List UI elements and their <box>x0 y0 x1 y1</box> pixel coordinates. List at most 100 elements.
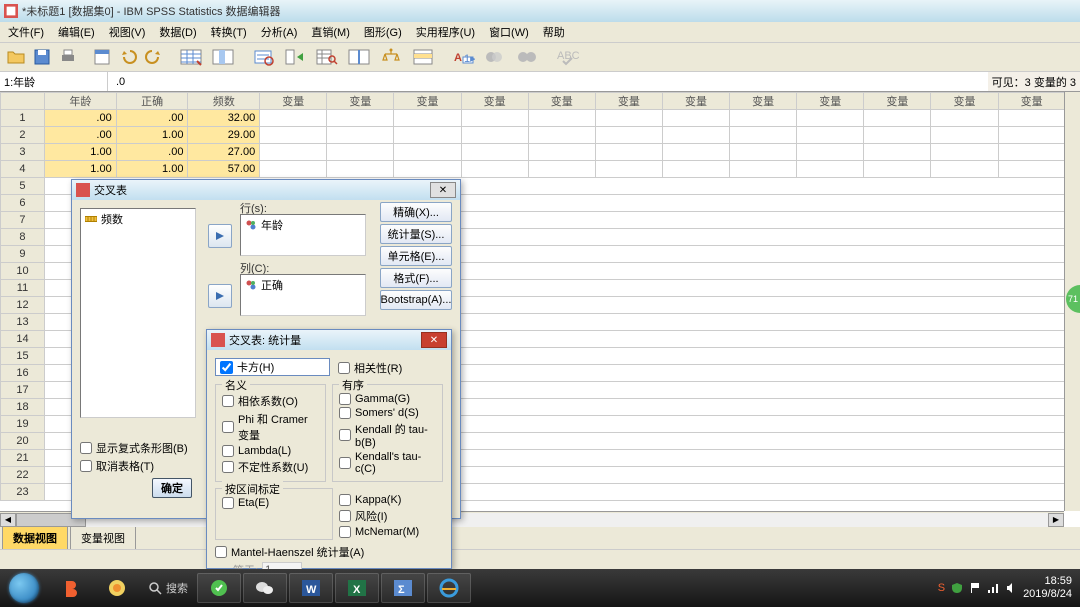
menu-utilities[interactable]: 实用程序(U) <box>410 22 481 42</box>
col-empty[interactable]: 变量 <box>864 93 931 110</box>
display-clustered-bar-checkbox[interactable]: 显示复式条形图(B) <box>80 440 188 456</box>
crosstabs-statistics-dialog[interactable]: 交叉表: 统计量 ✕ 卡方(H) 相关性(R) 名义 相依系数(O) Phi 和… <box>206 329 452 569</box>
col-header[interactable]: 频数 <box>188 93 260 110</box>
cell-address[interactable]: 1:年龄 <box>0 72 108 91</box>
system-tray[interactable]: S 18:59 2019/8/24 <box>930 575 1080 601</box>
col-empty[interactable]: 变量 <box>461 93 528 110</box>
col-empty[interactable]: 变量 <box>394 93 461 110</box>
shield-icon[interactable] <box>951 582 963 594</box>
title-bar[interactable]: *未标题1 [数据集0] - IBM SPSS Statistics 数据编辑器 <box>0 0 1080 22</box>
menu-view[interactable]: 视图(V) <box>103 22 152 42</box>
weight-cases-icon[interactable] <box>376 45 406 69</box>
suppress-tables-checkbox[interactable]: 取消表格(T) <box>80 458 154 474</box>
ok-button[interactable]: 确定 <box>152 478 192 498</box>
use-variable-sets-icon[interactable] <box>480 45 510 69</box>
goto-case-icon[interactable] <box>176 45 206 69</box>
col-empty[interactable]: 变量 <box>260 93 327 110</box>
volume-icon[interactable] <box>1005 582 1017 594</box>
bootstrap-button[interactable]: Bootstrap(A)... <box>380 290 452 310</box>
taskbar-app-3[interactable] <box>197 573 241 603</box>
menu-help[interactable]: 帮助 <box>537 22 571 42</box>
tray-icon[interactable]: S <box>938 582 945 594</box>
table-row[interactable]: 1.00.0032.00 <box>1 110 1065 127</box>
variables-icon[interactable] <box>248 45 278 69</box>
open-icon[interactable] <box>4 45 28 69</box>
split-file-icon[interactable] <box>344 45 374 69</box>
scroll-right-icon[interactable]: ▶ <box>1048 513 1064 527</box>
cmh-checkbox[interactable]: Mantel-Haenszel 统计量(A) <box>215 544 443 560</box>
col-header[interactable]: 正确 <box>116 93 188 110</box>
start-button[interactable] <box>0 569 48 607</box>
menu-graphs[interactable]: 图形(G) <box>358 22 408 42</box>
select-cases-icon[interactable] <box>408 45 438 69</box>
dialog-title-bar[interactable]: 交叉表 ✕ <box>72 180 460 200</box>
taskbar-app-1[interactable] <box>49 573 93 603</box>
source-variables-list[interactable]: 频数 <box>80 208 196 418</box>
menu-data[interactable]: 数据(D) <box>153 22 202 42</box>
mcnemar-checkbox[interactable]: McNemar(M) <box>339 526 443 538</box>
somers-d-checkbox[interactable]: Somers' d(S) <box>339 407 436 419</box>
cols-list[interactable]: 正确 <box>240 274 366 316</box>
taskbar-wechat[interactable] <box>243 573 287 603</box>
move-to-cols-button[interactable] <box>208 284 232 308</box>
list-item[interactable]: 年龄 <box>241 215 365 235</box>
contingency-coef-checkbox[interactable]: 相依系数(O) <box>222 393 319 409</box>
col-empty[interactable]: 变量 <box>595 93 662 110</box>
menu-direct-marketing[interactable]: 直销(M) <box>305 22 356 42</box>
cells-button[interactable]: 单元格(E)... <box>380 246 452 266</box>
table-row[interactable]: 41.001.0057.00 <box>1 161 1065 178</box>
kappa-checkbox[interactable]: Kappa(K) <box>339 494 443 506</box>
col-empty[interactable]: 变量 <box>730 93 797 110</box>
scroll-left-icon[interactable]: ◀ <box>0 513 16 527</box>
undo-icon[interactable] <box>116 45 140 69</box>
clock[interactable]: 18:59 2019/8/24 <box>1023 575 1072 601</box>
print-icon[interactable] <box>56 45 80 69</box>
format-button[interactable]: 格式(F)... <box>380 268 452 288</box>
col-empty[interactable]: 变量 <box>998 93 1064 110</box>
col-empty[interactable]: 变量 <box>662 93 729 110</box>
risk-checkbox[interactable]: 风险(I) <box>339 508 443 524</box>
tab-variable-view[interactable]: 变量视图 <box>70 526 136 549</box>
uncertainty-coef-checkbox[interactable]: 不定性系数(U) <box>222 459 319 475</box>
kendall-tau-b-checkbox[interactable]: Kendall 的 tau-b(B) <box>339 421 436 449</box>
exact-button[interactable]: 精确(X)... <box>380 202 452 222</box>
move-to-rows-button[interactable] <box>208 224 232 248</box>
list-item[interactable]: 正确 <box>241 275 365 295</box>
menu-window[interactable]: 窗口(W) <box>483 22 535 42</box>
show-all-variables-icon[interactable] <box>512 45 542 69</box>
redo-icon[interactable] <box>142 45 166 69</box>
col-empty[interactable]: 变量 <box>797 93 864 110</box>
goto-variable-icon[interactable] <box>208 45 238 69</box>
menu-file[interactable]: 文件(F) <box>2 22 50 42</box>
gamma-checkbox[interactable]: Gamma(G) <box>339 393 436 405</box>
rows-list[interactable]: 年龄 <box>240 214 366 256</box>
taskbar-search[interactable]: 搜索 <box>140 580 196 596</box>
taskbar-app-2[interactable] <box>95 573 139 603</box>
taskbar-excel[interactable]: X <box>335 573 379 603</box>
dialog-title-bar[interactable]: 交叉表: 统计量 ✕ <box>207 330 451 350</box>
menu-edit[interactable]: 编辑(E) <box>52 22 101 42</box>
save-icon[interactable] <box>30 45 54 69</box>
close-icon[interactable]: ✕ <box>421 332 447 348</box>
network-icon[interactable] <box>987 582 999 594</box>
col-empty[interactable]: 变量 <box>327 93 394 110</box>
phi-cramer-checkbox[interactable]: Phi 和 Cramer 变量 <box>222 411 319 443</box>
taskbar-ie[interactable] <box>427 573 471 603</box>
kendall-tau-c-checkbox[interactable]: Kendall's tau-c(C) <box>339 451 436 475</box>
close-icon[interactable]: ✕ <box>430 182 456 198</box>
lambda-checkbox[interactable]: Lambda(L) <box>222 445 319 457</box>
windows-taskbar[interactable]: 搜索 W X Σ S 18:59 2019/8/24 <box>0 569 1080 607</box>
menu-analyze[interactable]: 分析(A) <box>255 22 304 42</box>
list-item[interactable]: 频数 <box>81 209 195 229</box>
recall-dialog-icon[interactable] <box>90 45 114 69</box>
find-icon[interactable] <box>312 45 342 69</box>
col-empty[interactable]: 变量 <box>931 93 998 110</box>
statistics-button[interactable]: 统计量(S)... <box>380 224 452 244</box>
value-labels-icon[interactable]: A1▸ <box>448 45 478 69</box>
taskbar-spss[interactable]: Σ <box>381 573 425 603</box>
cell-value[interactable]: .0 <box>108 72 988 91</box>
table-row[interactable]: 2.001.0029.00 <box>1 127 1065 144</box>
run-icon[interactable] <box>280 45 310 69</box>
tab-data-view[interactable]: 数据视图 <box>2 526 68 549</box>
correlations-checkbox[interactable]: 相关性(R) <box>338 360 443 376</box>
